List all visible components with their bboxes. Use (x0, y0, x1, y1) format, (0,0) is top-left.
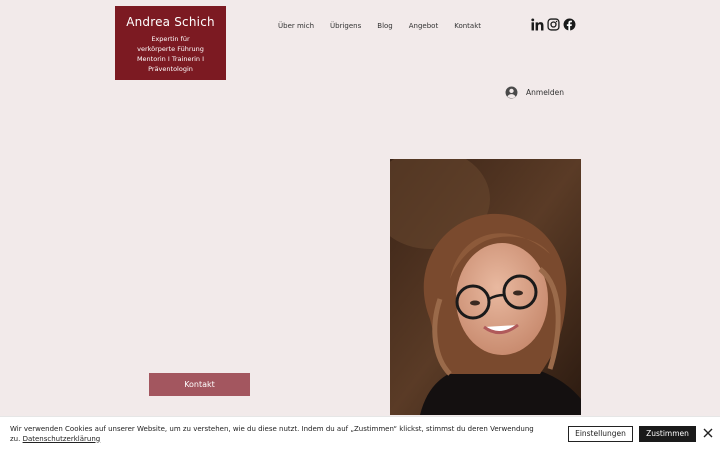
nav-item-uebrigens[interactable]: Übrigens (330, 20, 361, 32)
tagline-line: Expertin für (151, 35, 190, 43)
tagline-line: Mentorin I Trainerin I (136, 55, 205, 63)
cookie-accept-button[interactable]: Zustimmen (639, 426, 696, 442)
tagline-line: Präventologin (148, 65, 193, 73)
user-avatar-icon (505, 86, 518, 99)
cookie-text-wrapper: Wir verwenden Cookies auf unserer Websit… (10, 425, 545, 444)
social-bar (531, 18, 576, 31)
login-label: Anmelden (526, 88, 565, 97)
nav-item-ueber-mich[interactable]: Über mich (278, 20, 314, 32)
portrait-photo (390, 159, 581, 415)
facebook-icon[interactable] (563, 18, 576, 31)
close-icon[interactable] (703, 428, 713, 438)
main-nav: Über mich Übrigens Blog Angebot Kontakt (270, 20, 489, 32)
privacy-policy-link[interactable]: Datenschutzerklärung (23, 435, 101, 443)
logo-name: Andrea Schich (126, 15, 215, 29)
login-button[interactable]: Anmelden (505, 86, 564, 99)
nav-item-blog[interactable]: Blog (377, 20, 392, 32)
linkedin-icon[interactable] (531, 18, 544, 31)
cookie-banner: Wir verwenden Cookies auf unserer Websit… (0, 416, 720, 451)
cookie-settings-button[interactable]: Einstellungen (568, 426, 633, 442)
nav-item-kontakt[interactable]: Kontakt (454, 20, 481, 32)
logo-box[interactable]: Andrea Schich Expertin für verkörperte F… (115, 6, 226, 80)
tagline-line: verkörperte Führung (137, 45, 204, 53)
instagram-icon[interactable] (547, 18, 560, 31)
logo-tagline: Expertin für verkörperte Führung Mentori… (115, 34, 226, 74)
nav-item-angebot[interactable]: Angebot (409, 20, 438, 32)
contact-button[interactable]: Kontakt (149, 373, 250, 396)
